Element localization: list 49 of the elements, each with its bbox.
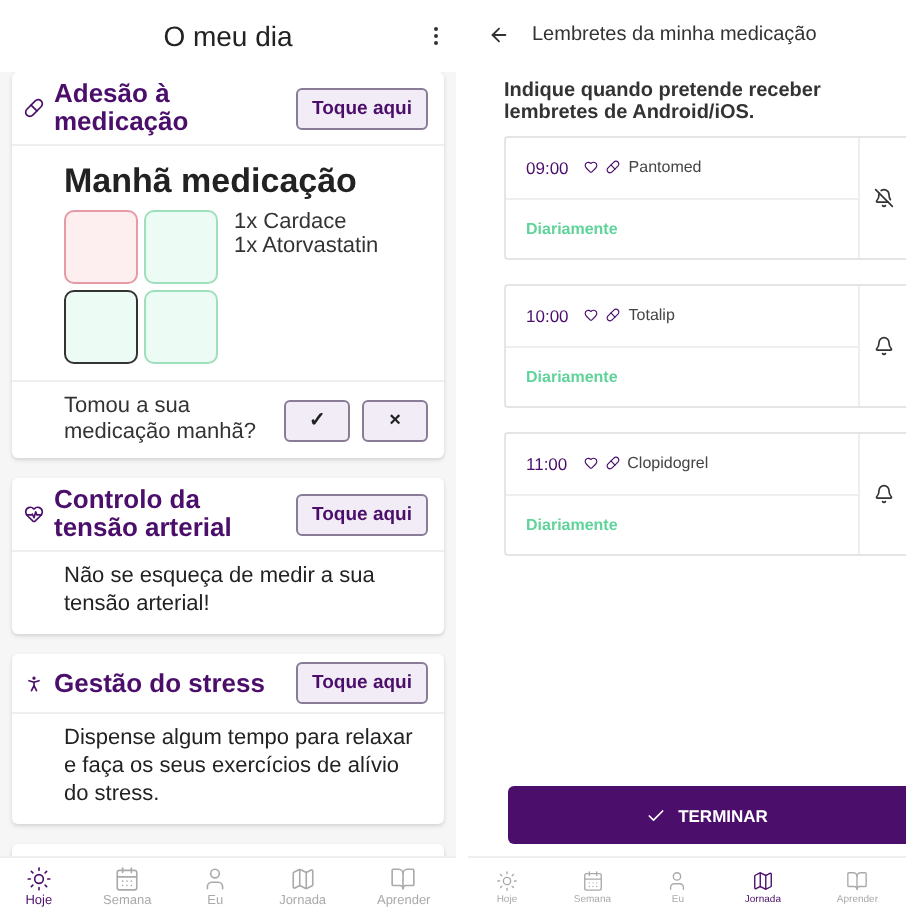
tap-button[interactable]: Toque aqui	[296, 493, 428, 535]
sun-icon	[25, 866, 52, 892]
medicine-name: Pantomed	[628, 158, 702, 177]
repeat-text: Diariamente	[524, 217, 620, 242]
heart-icon	[584, 308, 599, 323]
card-title: Adesão à medicação	[54, 80, 191, 136]
calendar-icon	[114, 866, 141, 892]
back-icon[interactable]	[488, 24, 510, 46]
screen-title: Lembretes da minha medicação	[532, 23, 817, 45]
medicine-name: Clopidogrel	[627, 454, 709, 473]
check-icon	[646, 805, 667, 825]
calendar-icon	[581, 869, 604, 891]
sun-icon	[495, 869, 518, 891]
map-icon	[751, 869, 774, 891]
repeat-text: Diariamente	[524, 365, 620, 390]
pill-icon	[24, 98, 44, 118]
heart-icon	[583, 456, 598, 471]
heart-icon	[584, 160, 599, 175]
pill-icon	[605, 456, 620, 471]
map-icon	[289, 866, 316, 892]
pill-icon	[606, 308, 621, 323]
yes-button[interactable]: ✓	[284, 399, 350, 441]
card-text: Dispense algum tempo para relaxar e faça os seus exercícios de alívio do stress.	[62, 724, 415, 810]
person-icon	[24, 673, 44, 693]
time-text: 09:00	[526, 157, 569, 178]
tap-button[interactable]: Toque aqui	[296, 662, 428, 704]
question-text: Tomou a sua medicação manhã?	[64, 394, 259, 446]
pill-icon	[606, 160, 621, 175]
finish-button[interactable]: TERMINAR	[508, 786, 906, 844]
time-text: 10:00	[526, 305, 569, 326]
book-icon	[846, 869, 869, 891]
screen-title: O meu dia	[163, 20, 293, 52]
no-button[interactable]: ×	[362, 399, 428, 441]
medicine-name: Totalip	[628, 306, 675, 325]
person-icon	[666, 869, 689, 891]
time-text: 11:00	[526, 453, 568, 474]
heart-icon	[24, 504, 44, 524]
pill-slot[interactable]	[64, 290, 138, 364]
instruction-text: Indique quando pretende receber lembretes de Android/iOS.	[502, 78, 823, 128]
medicine-text: 1x Cardace	[234, 210, 349, 234]
card-title: Gestão do stress	[54, 669, 267, 697]
card-subtitle: Manhã medicação	[62, 160, 359, 204]
card-text: Não se esqueça de medir a sua tensão arterial!	[62, 562, 377, 620]
tap-button[interactable]: Toque aqui	[296, 87, 428, 129]
card-title: Controlo da tensão arterial	[54, 486, 234, 542]
book-icon	[390, 866, 417, 892]
medicine-text: 1x Atorvastatin	[234, 234, 379, 258]
repeat-text: Diariamente	[524, 513, 620, 538]
person-icon	[202, 866, 229, 892]
